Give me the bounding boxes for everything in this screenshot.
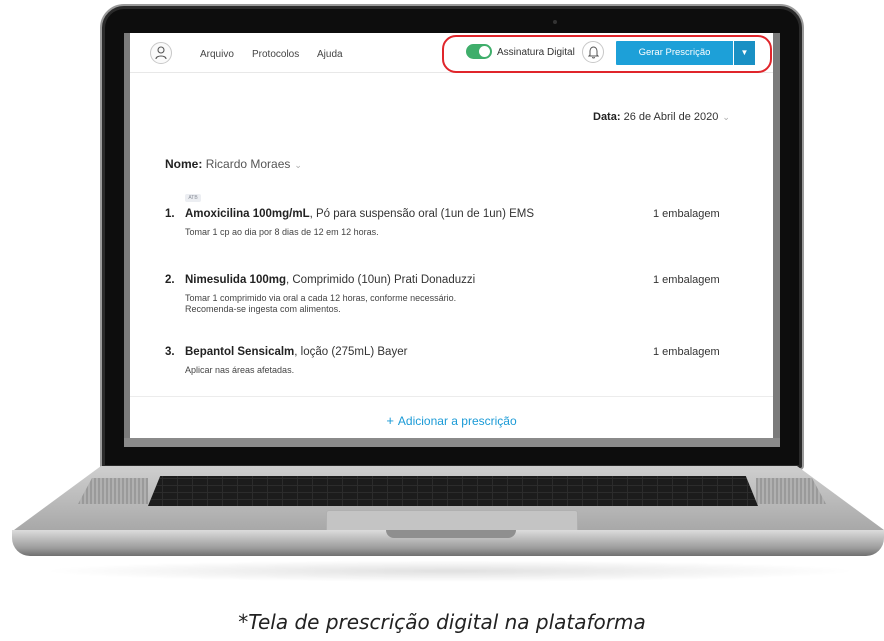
item-quantity: 1 embalagem: [653, 208, 720, 220]
laptop-shadow: [40, 560, 860, 582]
instruction-line: Aplicar nas áreas afetadas.: [185, 365, 295, 375]
patient-name-selector[interactable]: Nome: Ricardo Moraes ⌄: [165, 157, 302, 171]
user-glyph: [155, 46, 167, 60]
drug-details: , loção (275mL) Bayer: [294, 346, 408, 358]
screen-bezel-bottom: [124, 438, 780, 447]
add-prescription-label: Adicionar a prescrição: [397, 414, 517, 428]
date-selector[interactable]: Data: 26 de Abril de 2020 ⌄: [593, 111, 730, 123]
camera: [553, 20, 557, 24]
lid-notch: [386, 530, 516, 538]
plus-icon: +: [386, 413, 394, 428]
highlight-outline: [442, 35, 772, 73]
drug-name: Nimesulida 100mg: [185, 274, 286, 286]
date-value: 26 de Abril de 2020: [623, 111, 719, 123]
date-label: Data:: [593, 111, 621, 123]
add-prescription-row: + Adicionar a prescrição: [130, 396, 773, 440]
keyboard: [148, 476, 758, 506]
chevron-down-icon: ⌄: [722, 112, 730, 122]
chevron-down-icon: ⌄: [294, 160, 302, 170]
nav-arquivo[interactable]: Arquivo: [200, 49, 234, 60]
item-quantity: 1 embalagem: [653, 346, 720, 358]
nav-ajuda[interactable]: Ajuda: [317, 49, 343, 60]
name-value: Ricardo Moraes: [205, 157, 291, 171]
item-number: 3.: [165, 346, 175, 358]
add-prescription-button[interactable]: + Adicionar a prescrição: [386, 413, 516, 428]
item-title: Amoxicilina 100mg/mL, Pó para suspensão …: [185, 208, 534, 220]
drug-name: Amoxicilina 100mg/mL: [185, 208, 310, 220]
item-number: 2.: [165, 274, 175, 286]
drug-name: Bepantol Sensicalm: [185, 346, 295, 358]
name-label: Nome:: [165, 157, 203, 171]
item-title: Bepantol Sensicalm, loção (275mL) Bayer: [185, 346, 407, 358]
nav-protocolos[interactable]: Protocolos: [252, 49, 299, 60]
item-instructions: Tomar 1 cp ao dia por 8 dias de 12 em 12…: [185, 227, 379, 238]
item-instructions: Aplicar nas áreas afetadas.: [185, 365, 294, 376]
drug-details: , Pó para suspensão oral (1un de 1un) EM…: [309, 208, 535, 220]
laptop-screen: Arquivo Protocolos Ajuda Assinatura Digi…: [124, 33, 780, 447]
user-icon[interactable]: [150, 42, 172, 64]
prescription-app: Arquivo Protocolos Ajuda Assinatura Digi…: [130, 33, 773, 447]
item-instructions: Tomar 1 comprimido via oral a cada 12 ho…: [185, 293, 456, 315]
item-title: Nimesulida 100mg, Comprimido (10un) Prat…: [185, 274, 475, 286]
top-bar: Arquivo Protocolos Ajuda Assinatura Digi…: [130, 33, 773, 73]
instruction-line: Tomar 1 comprimido via oral a cada 12 ho…: [185, 293, 457, 303]
image-caption: *Tela de prescrição digital na plataform…: [238, 610, 646, 634]
instruction-line: Tomar 1 cp ao dia por 8 dias de 12 em 12…: [185, 227, 379, 237]
item-number: 1.: [165, 208, 175, 220]
atb-tag: ATB: [185, 194, 201, 202]
item-quantity: 1 embalagem: [653, 274, 720, 286]
drug-details: , Comprimido (10un) Prati Donaduzzi: [285, 274, 476, 286]
instruction-line: Recomenda-se ingesta com alimentos.: [185, 304, 341, 314]
